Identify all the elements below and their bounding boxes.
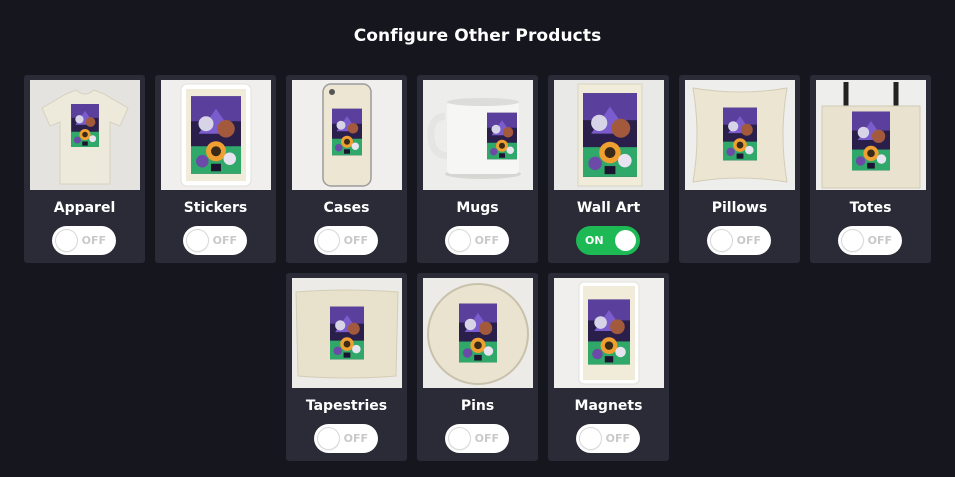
product-label-pillows: Pillows: [711, 200, 768, 216]
product-card-pins[interactable]: Pins OFF: [417, 273, 538, 461]
product-label-cases: Cases: [323, 200, 370, 216]
pillows-toggle[interactable]: OFF: [707, 226, 771, 255]
totes-toggle[interactable]: OFF: [838, 226, 902, 255]
tote-bag-product-image: [816, 80, 926, 190]
product-label-apparel: Apparel: [53, 200, 116, 216]
magnet-product-image: [554, 278, 664, 388]
toggle-state-label: ON: [585, 234, 604, 247]
toggle-state-label: OFF: [81, 234, 106, 247]
toggle-state-label: OFF: [867, 234, 892, 247]
product-label-stickers: Stickers: [183, 200, 248, 216]
product-card-tapestries[interactable]: Tapestries OFF: [286, 273, 407, 461]
stickers-toggle[interactable]: OFF: [183, 226, 247, 255]
mugs-toggle[interactable]: OFF: [445, 226, 509, 255]
pins-toggle[interactable]: OFF: [445, 424, 509, 453]
product-label-tapestries: Tapestries: [305, 398, 388, 414]
pillow-product-image: [685, 80, 795, 190]
mug-product-image: [423, 80, 533, 190]
toggle-knob: [318, 428, 339, 449]
wall-art-product-image: [554, 80, 664, 190]
toggle-knob: [318, 230, 339, 251]
toggle-knob: [580, 428, 601, 449]
product-label-magnets: Magnets: [574, 398, 643, 414]
toggle-state-label: OFF: [605, 432, 630, 445]
product-card-totes[interactable]: Totes OFF: [810, 75, 931, 263]
sticker-product-image: [161, 80, 271, 190]
cases-toggle[interactable]: OFF: [314, 226, 378, 255]
toggle-state-label: OFF: [343, 432, 368, 445]
toggle-knob: [711, 230, 732, 251]
toggle-state-label: OFF: [343, 234, 368, 247]
product-card-cases[interactable]: Cases OFF: [286, 75, 407, 263]
toggle-state-label: OFF: [736, 234, 761, 247]
product-row-1: Apparel OFF Stickers OFF Cases OFF Mugs …: [0, 75, 955, 263]
product-card-apparel[interactable]: Apparel OFF: [24, 75, 145, 263]
toggle-knob: [842, 230, 863, 251]
phone-case-product-image: [292, 80, 402, 190]
apparel-toggle[interactable]: OFF: [52, 226, 116, 255]
product-card-wall-art[interactable]: Wall Art ON: [548, 75, 669, 263]
toggle-knob: [187, 230, 208, 251]
product-label-totes: Totes: [849, 200, 892, 216]
product-label-pins: Pins: [460, 398, 495, 414]
product-row-2: Tapestries OFF Pins OFF Magnets OFF: [0, 273, 955, 461]
tapestry-product-image: [292, 278, 402, 388]
product-label-mugs: Mugs: [456, 200, 499, 216]
product-card-pillows[interactable]: Pillows OFF: [679, 75, 800, 263]
product-card-magnets[interactable]: Magnets OFF: [548, 273, 669, 461]
product-card-stickers[interactable]: Stickers OFF: [155, 75, 276, 263]
toggle-state-label: OFF: [474, 234, 499, 247]
toggle-knob: [615, 230, 636, 251]
wall-art-toggle[interactable]: ON: [576, 226, 640, 255]
toggle-knob: [449, 230, 470, 251]
magnets-toggle[interactable]: OFF: [576, 424, 640, 453]
pin-product-image: [423, 278, 533, 388]
toggle-state-label: OFF: [212, 234, 237, 247]
page-title: Configure Other Products: [353, 26, 602, 46]
product-card-mugs[interactable]: Mugs OFF: [417, 75, 538, 263]
product-label-wall-art: Wall Art: [576, 200, 641, 216]
tapestries-toggle[interactable]: OFF: [314, 424, 378, 453]
toggle-knob: [56, 230, 77, 251]
toggle-knob: [449, 428, 470, 449]
toggle-state-label: OFF: [474, 432, 499, 445]
tshirt-product-image: [30, 80, 140, 190]
